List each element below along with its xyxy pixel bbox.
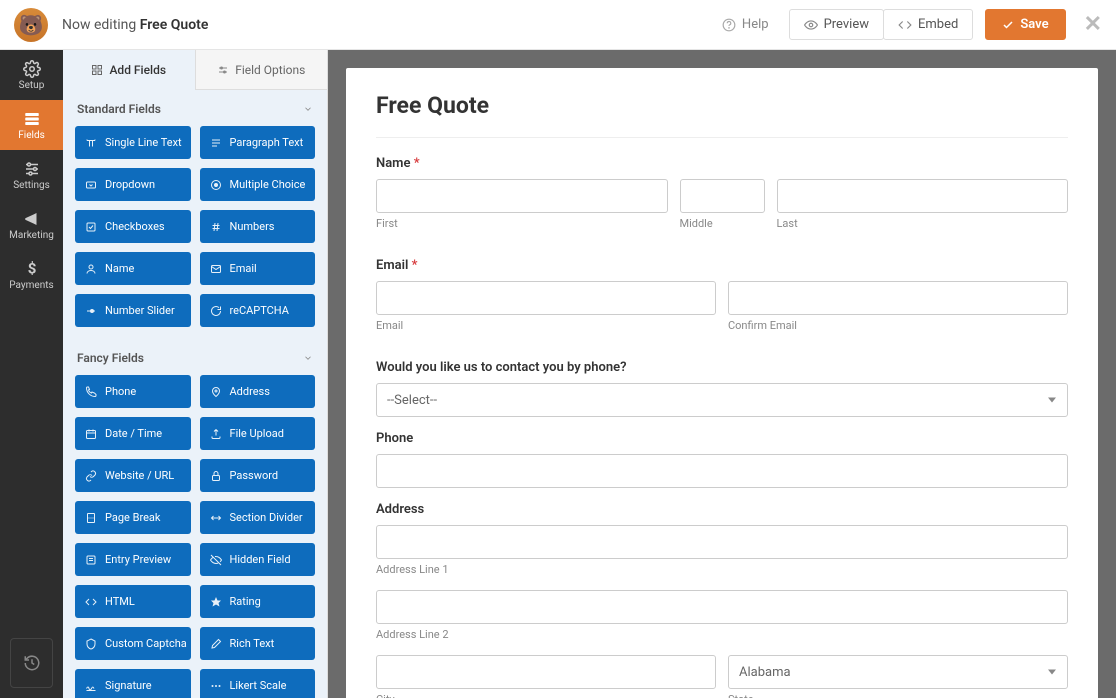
field-phone-group[interactable]: Phone <box>376 431 1068 488</box>
fancy-fields-head[interactable]: Fancy Fields <box>63 339 327 375</box>
confirm-email-input[interactable] <box>728 281 1068 315</box>
canvas-area: Free Quote Name * First Middle Last <box>328 50 1116 698</box>
close-button[interactable]: ✕ <box>1084 12 1102 37</box>
topbar: 🐻 Now editing Free Quote Help Preview Em… <box>0 0 1116 50</box>
contact-phone-select[interactable]: --Select-- <box>376 383 1068 417</box>
field-hidden-field[interactable]: Hidden Field <box>200 543 316 576</box>
field-custom-captcha[interactable]: Custom Captcha <box>75 627 191 660</box>
form-preview: Free Quote Name * First Middle Last <box>346 68 1098 698</box>
name-last-input[interactable] <box>777 179 1069 213</box>
history-icon <box>23 654 41 672</box>
tab-field-options[interactable]: Field Options <box>196 50 328 90</box>
name-middle-input[interactable] <box>680 179 765 213</box>
field-checkboxes[interactable]: Checkboxes <box>75 210 191 243</box>
rail-history[interactable] <box>10 638 53 688</box>
app-logo: 🐻 <box>14 8 48 42</box>
chevron-down-icon <box>303 104 313 114</box>
sliders-icon <box>217 64 229 76</box>
check-icon <box>1002 19 1014 31</box>
field-multiple-choice[interactable]: Multiple Choice <box>200 168 316 201</box>
field-recaptcha[interactable]: reCAPTCHA <box>200 294 316 327</box>
standard-fields-grid: Single Line Text Paragraph Text Dropdown… <box>63 126 327 339</box>
dollar-icon: $ <box>23 260 41 278</box>
field-website-url[interactable]: Website / URL <box>75 459 191 492</box>
field-phone[interactable]: Phone <box>75 375 191 408</box>
field-likert-scale[interactable]: Likert Scale <box>200 669 316 698</box>
field-dropdown[interactable]: Dropdown <box>75 168 191 201</box>
rail-fields[interactable]: Fields <box>0 100 63 150</box>
email-input[interactable] <box>376 281 716 315</box>
addr1-input[interactable] <box>376 525 1068 559</box>
rail-marketing[interactable]: Marketing <box>0 200 63 250</box>
field-entry-preview[interactable]: Entry Preview <box>75 543 191 576</box>
field-rating[interactable]: Rating <box>200 585 316 618</box>
fancy-fields-grid: Phone Address Date / Time File Upload We… <box>63 375 327 698</box>
addr2-input[interactable] <box>376 590 1068 624</box>
tab-add-fields[interactable]: Add Fields <box>63 50 196 90</box>
eye-icon <box>804 18 818 32</box>
embed-button[interactable]: Embed <box>883 9 973 40</box>
left-rail: Setup Fields Settings Marketing $ Paymen… <box>0 50 63 698</box>
field-name[interactable]: Name <box>75 252 191 285</box>
form-icon <box>23 110 41 128</box>
preview-button[interactable]: Preview <box>789 9 884 40</box>
editing-status: Now editing Free Quote <box>62 17 208 33</box>
rail-settings[interactable]: Settings <box>0 150 63 200</box>
field-single-line-text[interactable]: Single Line Text <box>75 126 191 159</box>
field-file-upload[interactable]: File Upload <box>200 417 316 450</box>
field-numbers[interactable]: Numbers <box>200 210 316 243</box>
field-contact-phone-group[interactable]: Would you like us to contact you by phon… <box>376 360 1068 417</box>
field-password[interactable]: Password <box>200 459 316 492</box>
gear-icon <box>23 60 41 78</box>
code-icon <box>898 18 912 32</box>
svg-text:$: $ <box>27 260 36 278</box>
grid-icon <box>91 64 103 76</box>
field-rich-text[interactable]: Rich Text <box>200 627 316 660</box>
field-signature[interactable]: Signature <box>75 669 191 698</box>
rail-setup[interactable]: Setup <box>0 50 63 100</box>
fields-panel: Add Fields Field Options Standard Fields… <box>63 50 328 698</box>
field-page-break[interactable]: Page Break <box>75 501 191 534</box>
megaphone-icon <box>23 210 41 228</box>
rail-payments[interactable]: $ Payments <box>0 250 63 300</box>
save-button[interactable]: Save <box>985 9 1065 40</box>
standard-fields-head[interactable]: Standard Fields <box>63 90 327 126</box>
field-email[interactable]: Email <box>200 252 316 285</box>
field-number-slider[interactable]: Number Slider <box>75 294 191 327</box>
field-html[interactable]: HTML <box>75 585 191 618</box>
phone-input[interactable] <box>376 454 1068 488</box>
name-first-input[interactable] <box>376 179 668 213</box>
state-select[interactable]: Alabama <box>728 655 1068 689</box>
sliders-icon <box>23 160 41 178</box>
help-icon <box>722 18 736 32</box>
field-section-divider[interactable]: Section Divider <box>200 501 316 534</box>
field-paragraph-text[interactable]: Paragraph Text <box>200 126 316 159</box>
city-input[interactable] <box>376 655 716 689</box>
field-email-group[interactable]: Email * Email Confirm Email <box>376 258 1068 346</box>
field-name-group[interactable]: Name * First Middle Last <box>376 156 1068 244</box>
field-address-group[interactable]: Address Address Line 1 Address Line 2 Ci… <box>376 502 1068 698</box>
chevron-down-icon <box>303 353 313 363</box>
field-date-time[interactable]: Date / Time <box>75 417 191 450</box>
form-title[interactable]: Free Quote <box>376 92 1068 138</box>
help-link[interactable]: Help <box>712 11 779 38</box>
field-address[interactable]: Address <box>200 375 316 408</box>
